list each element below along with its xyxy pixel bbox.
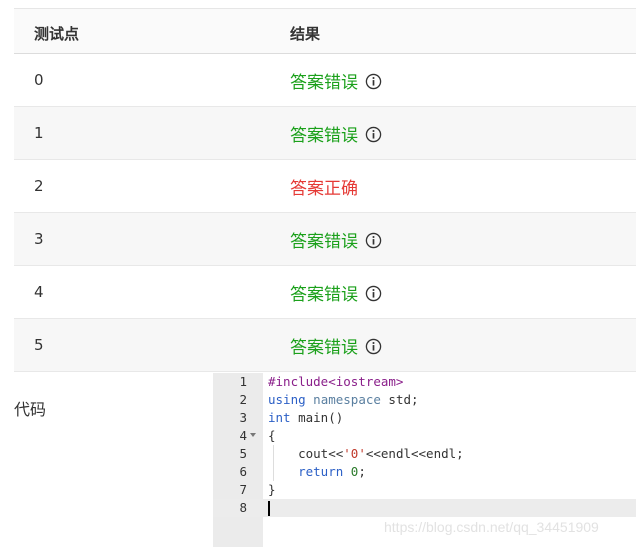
code-line[interactable]: 2 using namespace std;	[213, 391, 636, 409]
line-number: 2	[239, 392, 247, 407]
info-icon[interactable]	[365, 232, 382, 249]
line-number: 7	[239, 482, 247, 497]
code-line[interactable]: 3 int main()	[213, 409, 636, 427]
info-icon[interactable]	[365, 285, 382, 302]
code-text: {	[268, 428, 276, 443]
info-icon[interactable]	[365, 338, 382, 355]
status-wrong-answer: 答案错误	[290, 73, 358, 93]
status-wrong-answer: 答案错误	[290, 126, 358, 146]
line-number: 3	[239, 410, 247, 425]
test-point-number: 2	[34, 177, 44, 195]
table-row: 5 答案错误	[14, 319, 636, 372]
line-number: 8	[239, 500, 247, 515]
header-test-point: 测试点	[34, 25, 80, 43]
table-row: 0 答案错误	[14, 54, 636, 107]
code-section-label: 代码	[14, 400, 47, 419]
table-row: 1 答案错误	[14, 107, 636, 160]
result-cell: 答案错误	[290, 280, 382, 305]
test-point-number: 1	[34, 124, 44, 142]
status-wrong-answer: 答案错误	[290, 232, 358, 252]
info-icon[interactable]	[365, 126, 382, 143]
code-line[interactable]: 7 }	[213, 481, 636, 499]
code-text: #include<iostream>	[268, 374, 404, 389]
result-cell: 答案错误	[290, 121, 382, 146]
result-cell: 答案错误	[290, 333, 382, 358]
line-number: 1	[239, 374, 247, 389]
line-number: 6	[239, 464, 247, 479]
status-wrong-answer: 答案错误	[290, 285, 358, 305]
code-text: }	[268, 482, 276, 497]
code-text: int main()	[268, 410, 344, 425]
test-point-number: 4	[34, 283, 44, 301]
results-table: 测试点 结果 0 答案错误 1 答案错误 2 答案正确 3 答案错误 4 答案错…	[14, 8, 636, 372]
watermark: https://blog.csdn.net/qq_34451909	[384, 519, 599, 535]
text-cursor	[268, 501, 270, 516]
code-line-active[interactable]: 8	[213, 499, 636, 517]
code-line[interactable]: 5 cout<<'0'<<endl<<endl;	[213, 445, 636, 463]
test-point-number: 0	[34, 71, 44, 89]
code-text: using namespace std;	[268, 392, 419, 407]
info-icon[interactable]	[365, 73, 382, 90]
fold-toggle-icon[interactable]	[250, 433, 256, 437]
result-cell: 答案错误	[290, 68, 382, 93]
code-line[interactable]: 6 return 0;	[213, 463, 636, 481]
test-point-number: 3	[34, 230, 44, 248]
result-cell: 答案正确	[290, 174, 358, 199]
code-line[interactable]: 4 {	[213, 427, 636, 445]
test-point-number: 5	[34, 336, 44, 354]
result-cell: 答案错误	[290, 227, 382, 252]
table-row: 4 答案错误	[14, 266, 636, 319]
status-correct-answer: 答案正确	[290, 179, 358, 199]
line-number: 5	[239, 446, 247, 461]
table-header: 测试点 结果	[14, 8, 636, 54]
code-text: cout<<'0'<<endl<<endl;	[268, 446, 464, 461]
code-text: return 0;	[298, 464, 366, 479]
line-number: 4	[239, 428, 247, 443]
status-wrong-answer: 答案错误	[290, 338, 358, 358]
code-line[interactable]: 1 #include<iostream>	[213, 373, 636, 391]
table-row: 3 答案错误	[14, 213, 636, 266]
header-result: 结果	[290, 25, 321, 43]
table-row: 2 答案正确	[14, 160, 636, 213]
